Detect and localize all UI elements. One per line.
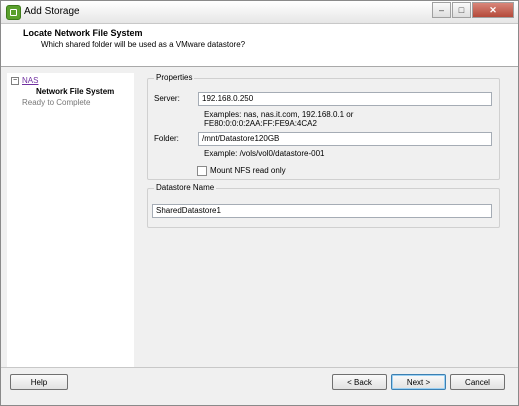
server-input[interactable]: 192.168.0.250	[198, 92, 492, 106]
properties-group: Properties Server: 192.168.0.250 Example…	[147, 73, 500, 180]
nav-item-network-file-system: Network File System	[36, 87, 115, 96]
folder-input[interactable]: /mnt/Datastore120GB	[198, 132, 492, 146]
minimize-icon[interactable]: –	[432, 2, 451, 18]
folder-label: Folder:	[154, 134, 179, 143]
page-title: Locate Network File System	[23, 28, 143, 38]
datastore-name-input[interactable]: SharedDatastore1	[152, 204, 492, 218]
mount-readonly-label[interactable]: Mount NFS read only	[210, 166, 286, 175]
add-storage-window: Add Storage – □ ✕ Locate Network File Sy…	[0, 0, 519, 406]
collapse-icon[interactable]: −	[11, 77, 19, 85]
properties-legend: Properties	[154, 73, 195, 82]
next-button[interactable]: Next >	[391, 374, 446, 390]
close-icon[interactable]: ✕	[472, 2, 514, 18]
footer-divider	[1, 367, 518, 368]
vsphere-app-icon	[6, 5, 21, 20]
page-subtitle: Which shared folder will be used as a VM…	[41, 40, 246, 49]
maximize-icon[interactable]: □	[452, 2, 471, 18]
nav-item-nas[interactable]: NAS	[22, 76, 38, 85]
help-button[interactable]: Help	[10, 374, 68, 390]
window-title: Add Storage	[24, 6, 80, 17]
back-button[interactable]: < Back	[332, 374, 387, 390]
folder-hint: Example: /vols/vol0/datastore-001	[204, 149, 325, 158]
wizard-steps-nav: − NAS Network File System Ready to Compl…	[7, 73, 134, 367]
datastore-name-group: Datastore Name SharedDatastore1	[147, 183, 500, 228]
cancel-button[interactable]: Cancel	[450, 374, 505, 390]
window-controls: – □ ✕	[431, 2, 514, 18]
nav-item-ready-to-complete: Ready to Complete	[22, 98, 91, 107]
mount-readonly-checkbox[interactable]	[197, 166, 207, 176]
wizard-header: Locate Network File System Which shared …	[1, 24, 518, 67]
server-hint-line2: FE80:0:0:0:2AA:FF:FE9A:4CA2	[204, 119, 317, 128]
datastore-name-legend: Datastore Name	[154, 183, 217, 192]
server-label: Server:	[154, 94, 180, 103]
title-bar: Add Storage – □ ✕	[1, 1, 518, 24]
